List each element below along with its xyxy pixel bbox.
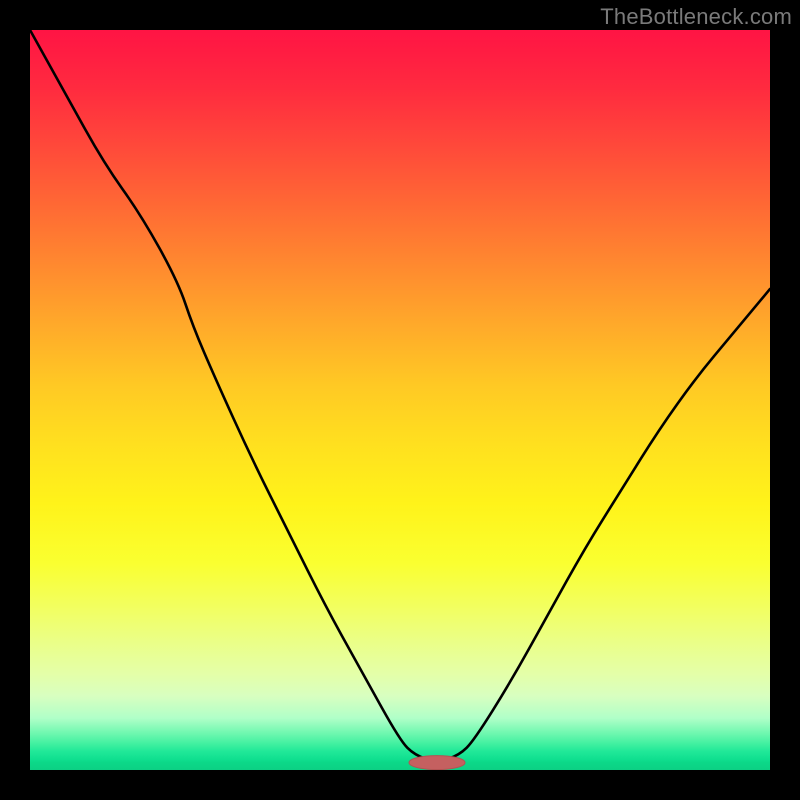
bottleneck-curve [30, 30, 770, 761]
optimum-marker [409, 756, 465, 770]
watermark-label: TheBottleneck.com [600, 4, 792, 30]
plot-area [30, 30, 770, 770]
curve-svg [30, 30, 770, 770]
chart-frame: TheBottleneck.com [0, 0, 800, 800]
